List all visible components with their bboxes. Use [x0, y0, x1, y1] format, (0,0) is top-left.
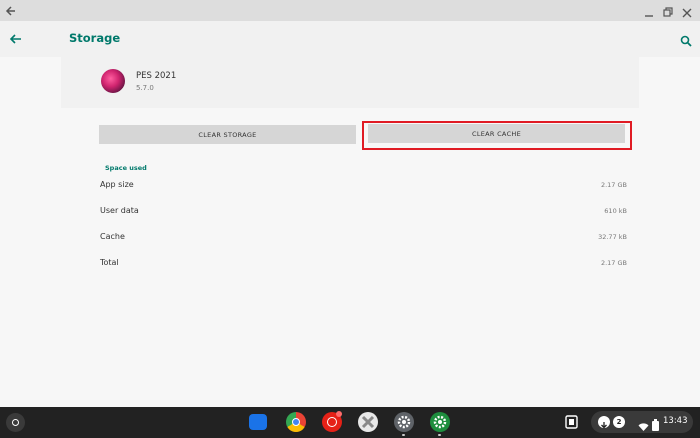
app-icon [101, 69, 125, 93]
running-indicator [402, 434, 405, 436]
window-back-icon[interactable] [5, 3, 17, 22]
launcher-icon[interactable] [6, 413, 25, 432]
shelf: 2 13:43 [0, 407, 700, 438]
android-settings-icon[interactable] [430, 412, 450, 432]
chrome-icon[interactable] [286, 412, 306, 432]
back-arrow-icon[interactable] [9, 31, 23, 50]
app-size-value: 2.17 GB [600, 181, 627, 189]
user-data-value: 610 kB [604, 207, 627, 215]
storage-content: PES 2021 5.7.0 CLEAR STORAGE CLEAR CACHE… [0, 57, 700, 407]
game-app-icon[interactable] [358, 412, 378, 432]
window-titlebar [0, 0, 700, 21]
clear-cache-button[interactable]: CLEAR CACHE [368, 124, 625, 143]
search-icon[interactable] [680, 32, 692, 51]
download-icon [598, 416, 610, 429]
files-icon[interactable] [249, 414, 267, 430]
battery-icon [652, 416, 659, 435]
app-size-label: App size [100, 180, 134, 189]
running-indicator [438, 434, 441, 436]
notification-count-badge: 2 [613, 416, 625, 428]
clear-storage-button[interactable]: CLEAR STORAGE [99, 125, 356, 144]
wifi-icon [638, 417, 649, 436]
cache-value: 32.77 kB [598, 233, 627, 241]
page-title: Storage [69, 31, 121, 45]
youtube-music-icon[interactable] [322, 411, 342, 432]
app-bar: Storage [0, 21, 700, 57]
space-used-header: Space used [105, 164, 147, 172]
app-header-card: PES 2021 5.7.0 [61, 57, 639, 108]
phone-hub-icon[interactable] [563, 412, 581, 432]
cache-label: Cache [100, 232, 125, 241]
settings-icon[interactable] [394, 412, 414, 432]
total-label: Total [100, 258, 119, 267]
total-value: 2.17 GB [600, 259, 627, 267]
status-tray[interactable]: 2 13:43 [591, 411, 693, 433]
app-version: 5.7.0 [136, 84, 154, 92]
clock: 13:43 [663, 416, 688, 426]
user-data-label: User data [100, 206, 139, 215]
app-name: PES 2021 [136, 71, 177, 81]
